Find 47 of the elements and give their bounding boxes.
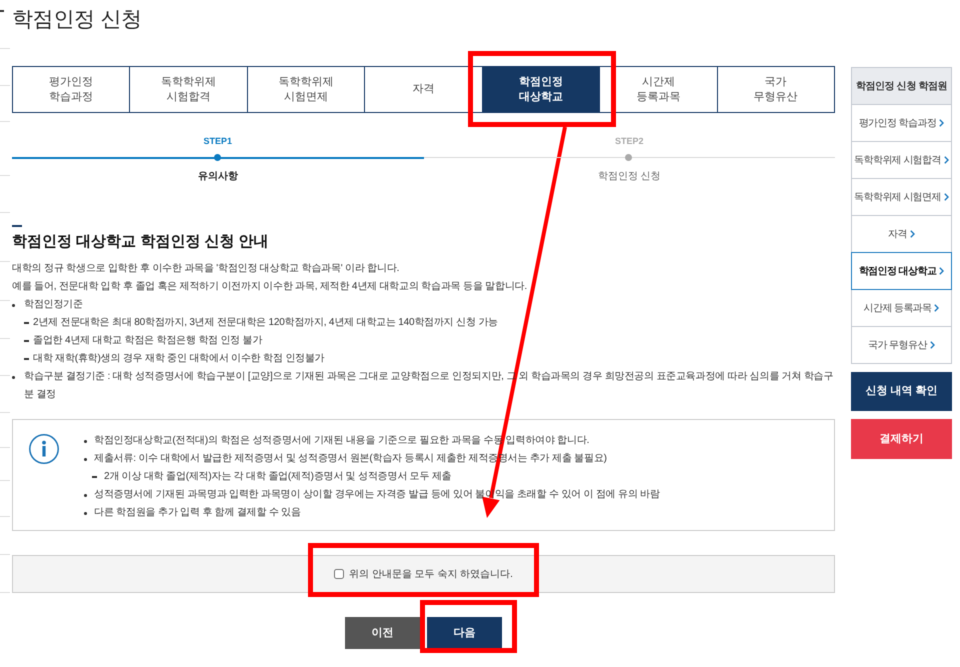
list-text: 학점인정기준 <box>24 298 83 312</box>
chevron-icon <box>939 267 944 275</box>
sidebar-item[interactable]: 국가 무형유산 <box>851 326 952 364</box>
dash-icon <box>24 322 29 324</box>
list-text: 2년제 전문대학은 최대 80학점까지, 3년제 전문대학은 120학점까지, 4년제 대학교는 140학점까지 신청 가능 <box>33 316 498 330</box>
list-text: 대학 재학(휴학)생의 경우 재학 중인 대학에서 이수한 학점 인정불가 <box>33 352 324 366</box>
sidebar-item[interactable]: 자격 <box>851 215 952 253</box>
history-button[interactable]: 신청 내역 확인 <box>851 372 952 411</box>
chevron-icon <box>934 304 940 312</box>
previous-button[interactable]: 이전 <box>345 617 420 649</box>
list-text: 2개 이상 대학 졸업(제적)자는 각 대학 졸업(제적)증명서 및 성적증명서 모두 제출 <box>104 470 452 484</box>
bullet-icon <box>12 376 15 379</box>
dash-icon <box>92 476 97 478</box>
dash-icon <box>24 358 29 360</box>
paragraph: 대학의 정규 학생으로 입학한 후 이수한 과목을 '학점인정 대상학교 학습과목' 이라 합니다. <box>12 262 400 276</box>
section-heading: 학점인정 대상학교 학점인정 신청 안내 <box>12 232 269 252</box>
list-text: 졸업한 4년제 대학교 학점은 학점은행 학점 인정 불가 <box>33 334 262 348</box>
tab[interactable]: 학점인정 대상학교 <box>482 67 600 112</box>
step-label: 학점인정 신청 <box>598 170 661 184</box>
bullet-icon <box>84 458 87 461</box>
paragraph: 예를 들어, 전문대학 입학 후 졸업 혹은 제적하기 이전까지 이수한 과목, 제적한 4년제 대학교의 학습과목 등을 말합니다. <box>12 280 528 294</box>
sidebar-item[interactable]: 평가인정 학습과정 <box>851 104 952 142</box>
sidebar-item[interactable]: 독학학위제 시험합격 <box>851 141 952 179</box>
sidebar-item[interactable]: 독학학위제 시험면제 <box>851 178 952 216</box>
chevron-icon <box>930 341 935 349</box>
bullet-icon <box>84 512 87 515</box>
payment-button[interactable]: 결제하기 <box>851 419 952 459</box>
chevron-icon <box>944 193 949 201</box>
sidebar-item[interactable]: 시간제 등록과목 <box>851 289 952 327</box>
bullet-icon <box>84 440 87 443</box>
info-icon <box>29 434 59 464</box>
bullet-icon <box>12 304 15 307</box>
sidebar-item[interactable]: 학점인정 대상학교 <box>851 252 952 290</box>
chevron-icon <box>939 119 944 127</box>
chevron-icon <box>944 156 949 164</box>
step-label: 유의사항 <box>198 170 238 184</box>
bullet-icon <box>84 494 87 497</box>
sidebar-header: 학점인정 신청 학점원 <box>851 67 952 105</box>
chevron-icon <box>910 230 915 238</box>
page-title: 학점인정 신청 <box>12 7 142 33</box>
step-number: STEP1 <box>203 135 232 147</box>
next-button[interactable]: 다음 <box>427 617 502 649</box>
checkbox[interactable] <box>334 569 344 579</box>
dash-icon <box>24 340 29 342</box>
agreement-label: 위의 안내문을 모두 숙지 하였습니다. <box>349 568 513 582</box>
list-text: 다른 학점원을 추가 입력 후 함께 결제할 수 있음 <box>94 506 301 520</box>
step-number: STEP2 <box>614 135 644 147</box>
